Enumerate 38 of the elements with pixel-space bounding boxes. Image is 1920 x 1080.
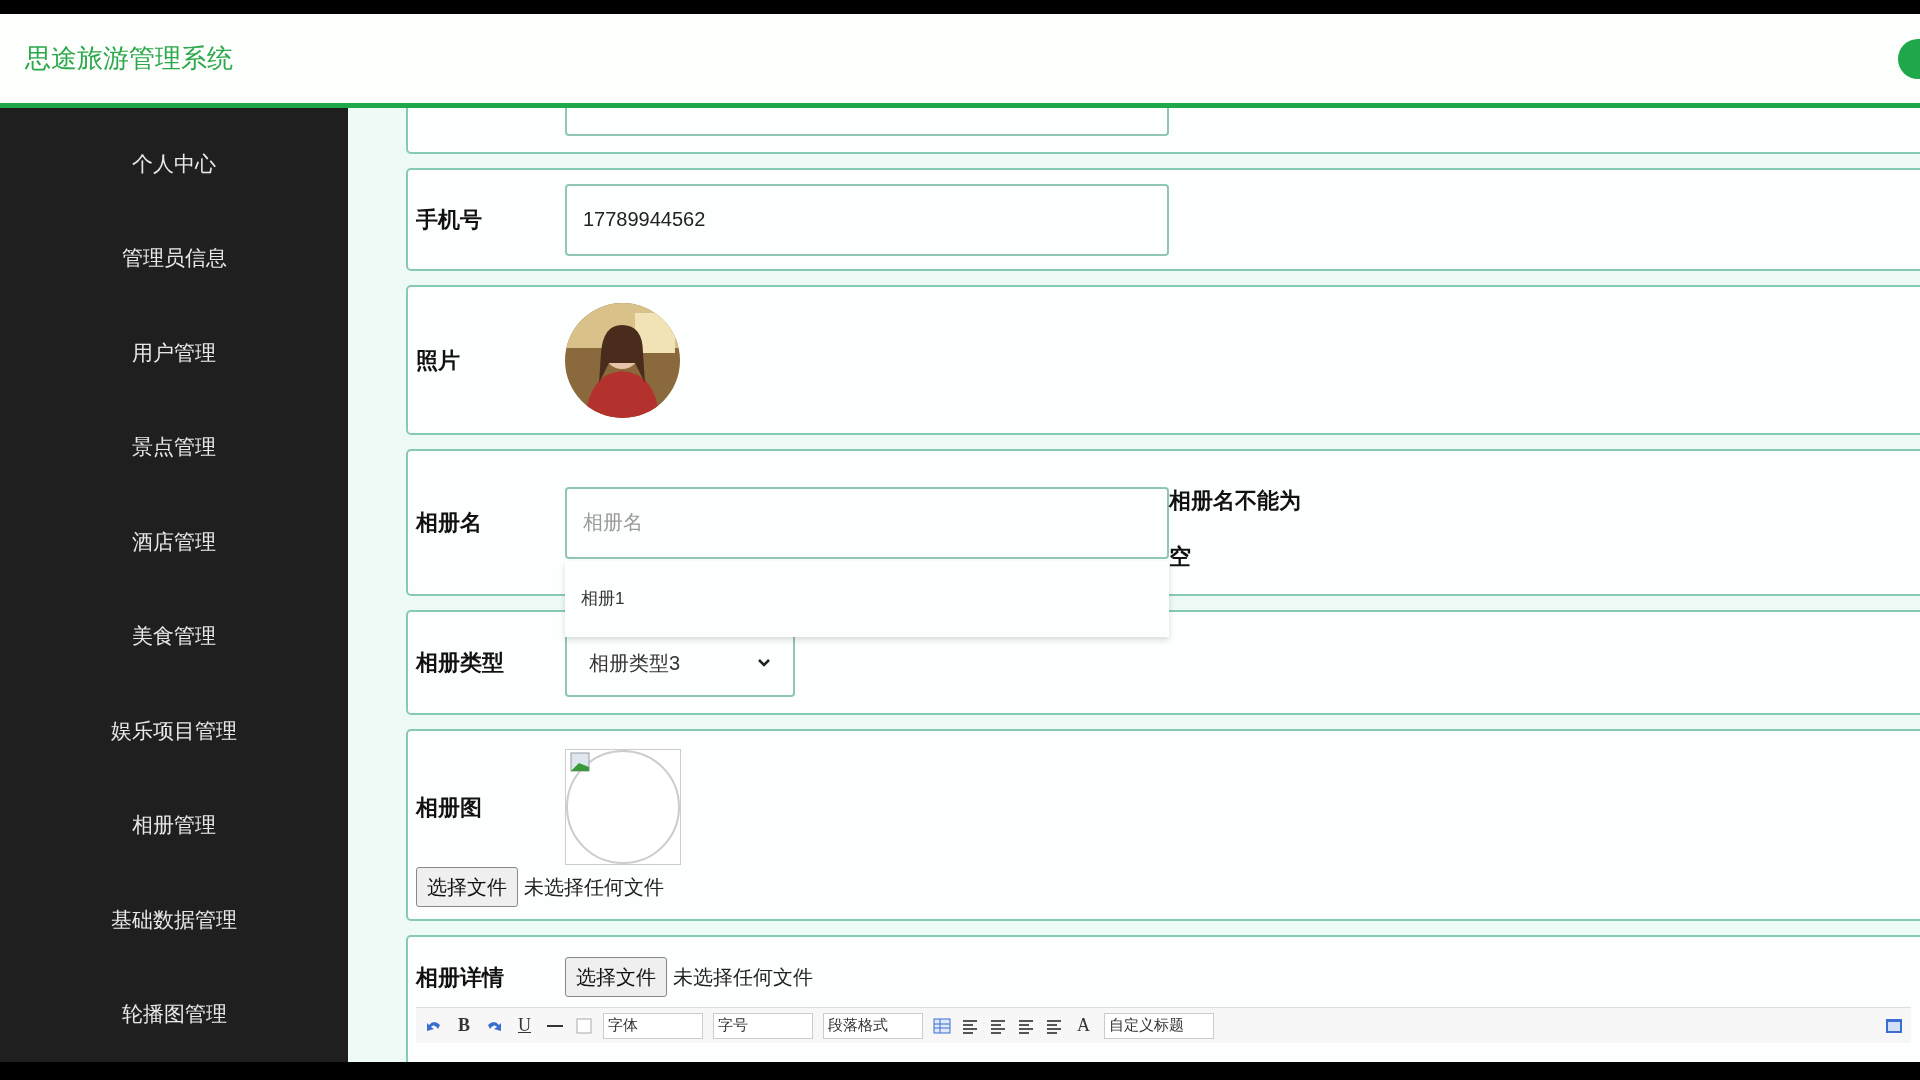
toolbar-select[interactable]: 字号 bbox=[713, 1012, 813, 1039]
field-label: 照片 bbox=[415, 346, 461, 375]
toolbar-button[interactable]: U bbox=[514, 1012, 535, 1039]
error-message: 相册名不能为空 bbox=[1169, 487, 1302, 571]
sidebar-item[interactable]: 个人中心 bbox=[0, 116, 348, 211]
sidebar-item[interactable]: 管理员信息 bbox=[0, 210, 348, 305]
fullscreen-icon[interactable] bbox=[1885, 1016, 1903, 1035]
sidebar-item[interactable]: 酒店管理 bbox=[0, 494, 348, 589]
field-label: 相册详情 bbox=[416, 963, 505, 992]
choose-file-button[interactable]: 选择文件 bbox=[416, 867, 518, 907]
input-field[interactable]: 17789944562 bbox=[565, 183, 1169, 256]
sidebar-item[interactable]: 基础数据管理 bbox=[0, 872, 348, 967]
toolbar-select[interactable]: 字体 bbox=[603, 1012, 703, 1039]
choose-file-button[interactable]: 选择文件 bbox=[565, 957, 667, 997]
toolbar-button[interactable]: A bbox=[1073, 1012, 1094, 1039]
file-status: 未选择任何文件 bbox=[673, 965, 813, 990]
app-title: 思途旅游管理系统 bbox=[25, 42, 233, 75]
field-label: 相册类型 bbox=[414, 649, 505, 677]
sidebar-item[interactable]: 景点管理 bbox=[0, 399, 348, 494]
file-status: 未选择任何文件 bbox=[524, 875, 664, 900]
sidebar-item[interactable]: 相册管理 bbox=[0, 777, 348, 872]
toolbar-select[interactable]: 自定义标题 bbox=[1104, 1012, 1214, 1039]
toolbar-button[interactable]: B bbox=[454, 1012, 474, 1039]
sidebar-item[interactable]: 娱乐项目管理 bbox=[0, 683, 348, 778]
field-label: 手机号 bbox=[415, 206, 483, 234]
toolbar-select[interactable]: 段落格式 bbox=[823, 1012, 923, 1039]
field-label: 相册图 bbox=[416, 793, 483, 822]
broken-image-icon bbox=[565, 749, 681, 865]
sidebar-item[interactable]: 用户管理 bbox=[0, 305, 348, 400]
chevron-down-icon bbox=[757, 658, 771, 667]
table-icon[interactable] bbox=[933, 1016, 951, 1035]
suggestion-item[interactable]: 相册1 bbox=[565, 569, 1169, 629]
input-field[interactable] bbox=[565, 108, 1169, 136]
sidebar-item[interactable]: 轮播图管理 bbox=[0, 966, 348, 1061]
input-field[interactable]: 相册名 bbox=[565, 486, 1169, 559]
user-avatar[interactable] bbox=[1898, 38, 1920, 79]
sidebar-item[interactable]: 美食管理 bbox=[0, 588, 348, 683]
field-label: 相册名 bbox=[414, 509, 483, 537]
